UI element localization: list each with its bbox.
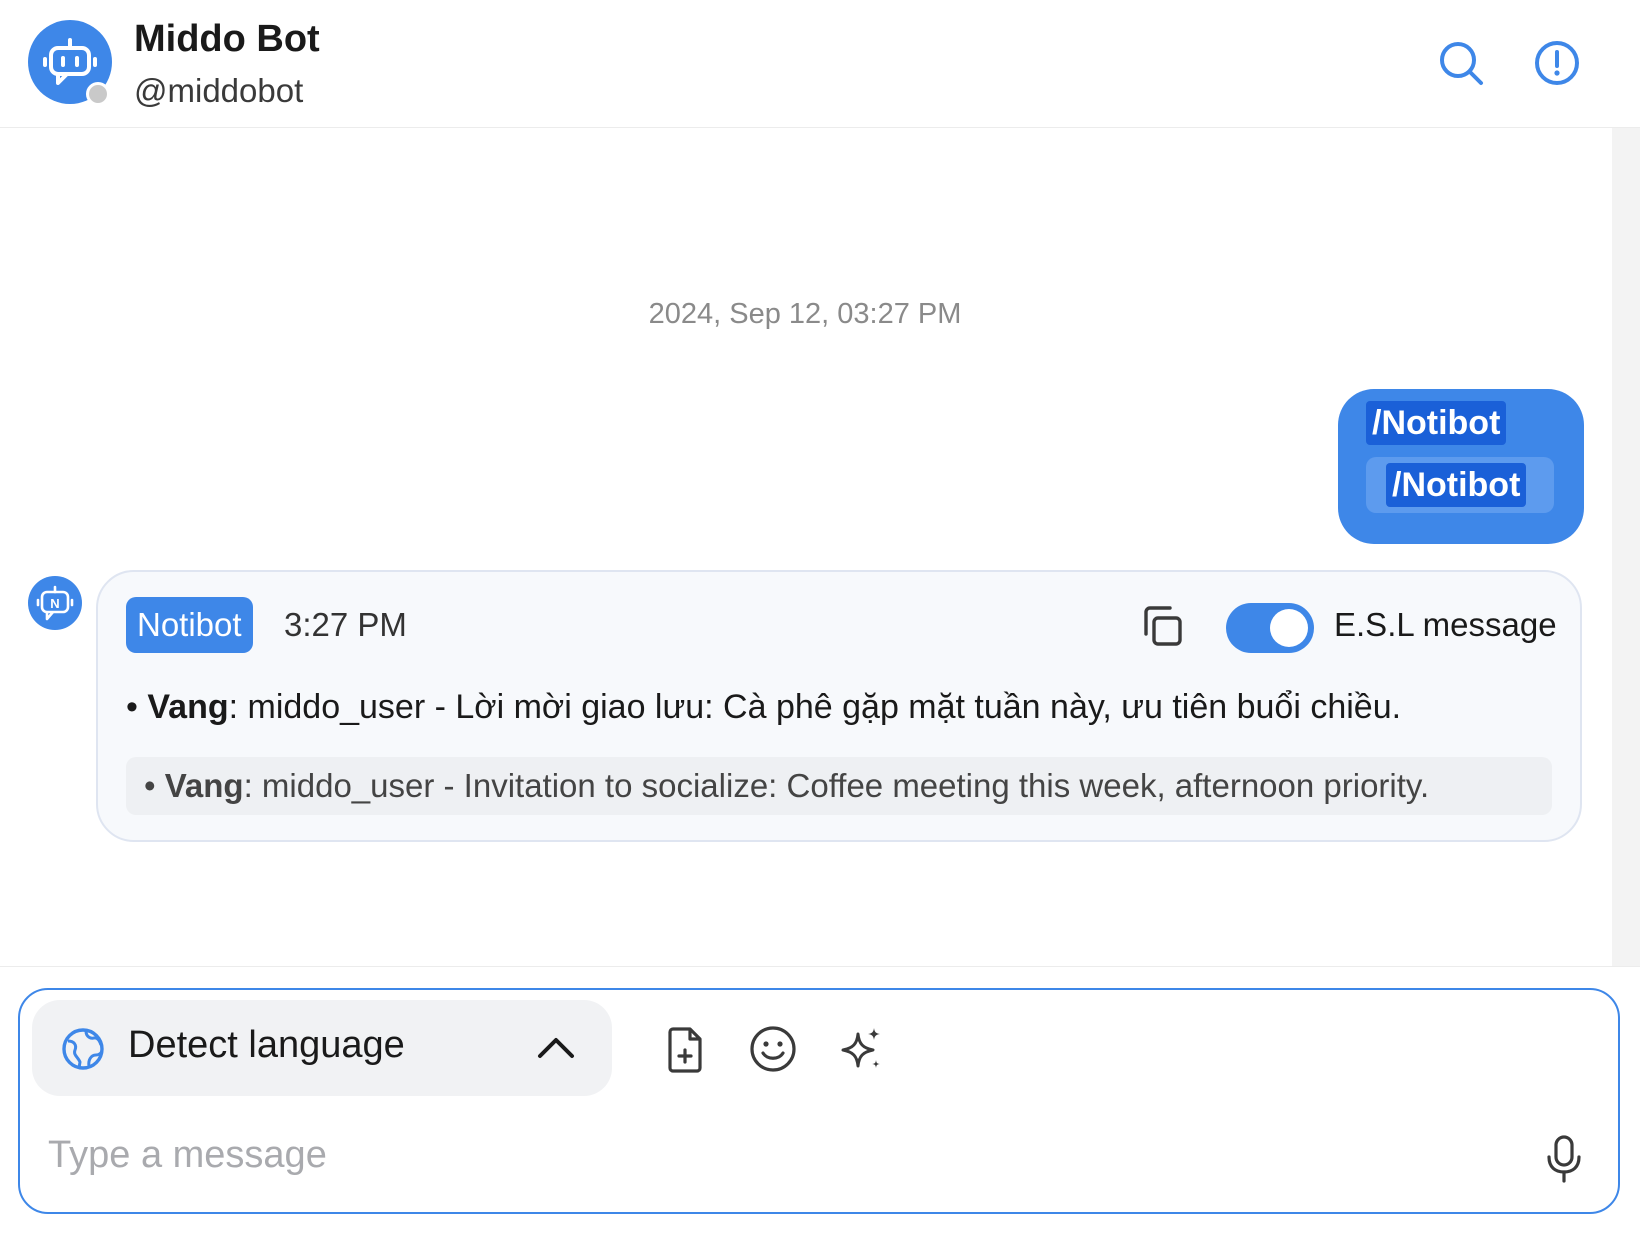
- message-body: : middo_user - Lời mời giao lưu: Cà phê …: [228, 688, 1402, 726]
- translation-box: • Vang: middo_user - Invitation to socia…: [126, 757, 1552, 815]
- emoji-icon[interactable]: [748, 1024, 798, 1074]
- user-message-bubble[interactable]: /Notibot /Notibot: [1338, 389, 1584, 544]
- notibot-avatar[interactable]: N: [28, 576, 82, 630]
- chat-header: Middo Bot @middobot: [0, 0, 1640, 128]
- user-command-translation: /Notibot: [1386, 463, 1527, 507]
- file-add-icon[interactable]: [660, 1024, 710, 1074]
- notibot-icon: N: [36, 585, 74, 621]
- globe-icon: [62, 1028, 104, 1070]
- robot-icon: [43, 38, 97, 85]
- status-indicator: [86, 82, 110, 106]
- message-input[interactable]: [46, 1124, 1500, 1186]
- translation-label: Vang: [164, 767, 244, 804]
- page-title: Middo Bot: [134, 18, 320, 60]
- info-button[interactable]: [1532, 38, 1582, 88]
- translation-body: : middo_user - Invitation to socialize: …: [243, 767, 1430, 804]
- esl-toggle[interactable]: [1226, 603, 1314, 653]
- language-label: Detect language: [128, 1024, 405, 1066]
- bot-message-card: Notibot 3:27 PM E.S.L message • Vang: mi…: [96, 570, 1582, 842]
- copy-button[interactable]: [1138, 602, 1186, 650]
- message-composer: Detect language: [18, 988, 1620, 1214]
- bot-handle: @middobot: [134, 72, 304, 109]
- info-icon: [1535, 41, 1579, 85]
- message-text: • Vang: middo_user - Lời mời giao lưu: C…: [126, 688, 1402, 726]
- search-button[interactable]: [1436, 38, 1486, 88]
- conversation-timestamp: 2024, Sep 12, 03:27 PM: [648, 298, 962, 330]
- composer-divider: [0, 966, 1640, 967]
- microphone-icon[interactable]: [1544, 1134, 1584, 1184]
- scrollbar[interactable]: [1612, 128, 1640, 966]
- user-command: /Notibot: [1366, 401, 1507, 445]
- esl-label: E.S.L message: [1334, 606, 1557, 643]
- translation-text: • Vang: middo_user - Invitation to socia…: [144, 767, 1430, 804]
- toggle-knob: [1270, 609, 1308, 647]
- sparkles-icon[interactable]: [836, 1024, 886, 1074]
- command-translation-box: /Notibot: [1366, 457, 1554, 513]
- message-label: Vang: [147, 688, 229, 726]
- copy-icon: [1144, 606, 1182, 646]
- search-icon: [1440, 42, 1483, 85]
- message-time: 3:27 PM: [284, 606, 407, 643]
- chevron-up-icon: [538, 1038, 574, 1058]
- sender-tag[interactable]: Notibot: [126, 597, 253, 653]
- language-selector[interactable]: Detect language: [32, 1000, 612, 1096]
- svg-text:N: N: [50, 596, 59, 611]
